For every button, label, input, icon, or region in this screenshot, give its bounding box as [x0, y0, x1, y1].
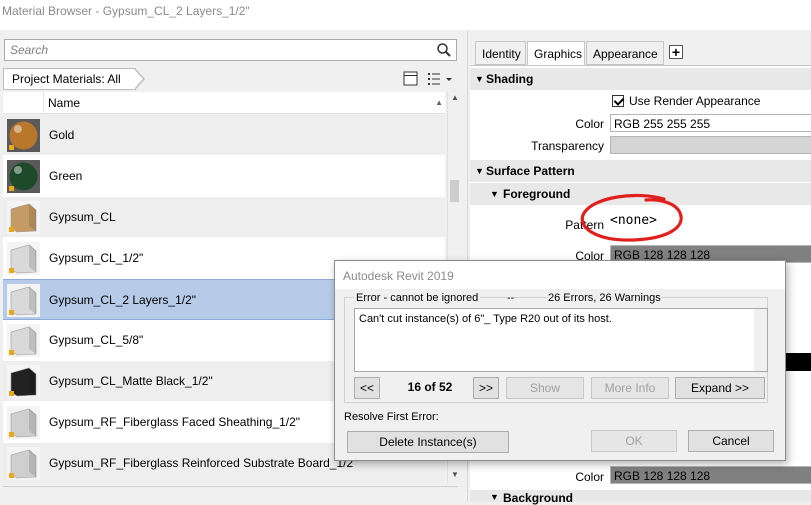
dialog-titlebar: Autodesk Revit 2019	[335, 261, 785, 289]
scroll-up-icon[interactable]: ▲	[451, 93, 459, 102]
cancel-label: Cancel	[712, 434, 750, 448]
error-message-text: Can't cut instance(s) of 6"_ Type R20 ou…	[359, 313, 612, 325]
collapse-triangle-icon: ▼	[475, 166, 484, 176]
column-separator	[43, 92, 44, 114]
material-name: Gypsum_CL	[49, 210, 116, 224]
search-input[interactable]: Search	[4, 39, 457, 61]
ok-label: OK	[625, 434, 643, 448]
search-icon[interactable]	[436, 42, 452, 58]
green-sphere-icon	[7, 160, 40, 193]
gold-sphere-icon	[7, 119, 40, 152]
search-placeholder: Search	[10, 43, 49, 57]
scroll-down-icon[interactable]: ▼	[451, 470, 459, 479]
background-section-header[interactable]: ▼ Background	[470, 490, 811, 505]
surface-pattern-section-header[interactable]: ▼ Surface Pattern	[470, 160, 811, 182]
white-box-icon	[7, 406, 40, 439]
next-label: >>	[478, 381, 493, 395]
tab-appearance-label: Appearance	[593, 47, 658, 61]
list-bottom-toolbar	[3, 486, 458, 501]
material-name: Gypsum_RF_Fiberglass Faced Sheathing_1/2…	[49, 415, 301, 429]
cancel-button[interactable]: Cancel	[688, 430, 774, 452]
error-message-box[interactable]: Can't cut instance(s) of 6"_ Type R20 ou…	[354, 308, 768, 372]
error-separator: --	[507, 292, 515, 304]
more-info-label: More Info	[604, 381, 656, 395]
name-column-label: Name	[48, 96, 81, 110]
previous-label: <<	[359, 381, 374, 395]
expand-label: Expand >>	[690, 381, 750, 395]
window-title: Material Browser - Gypsum_CL_2 Layers_1/…	[2, 4, 250, 18]
sort-ascending-icon: ▲	[435, 98, 443, 107]
lower-color-label: Color	[575, 470, 604, 484]
delete-instances-label: Delete Instance(s)	[379, 435, 477, 449]
project-materials-label: Project Materials: All	[12, 72, 121, 86]
use-render-appearance-label: Use Render Appearance	[629, 94, 761, 108]
add-asset-button[interactable]: +	[669, 45, 683, 59]
expand-button[interactable]: Expand >>	[675, 377, 765, 399]
view-dropdown-icon	[446, 78, 452, 81]
transparency-field[interactable]	[610, 136, 811, 154]
shading-color-label: Color	[575, 117, 604, 131]
breadcrumb-arrow-icon	[133, 68, 145, 90]
scrollbar-thumb[interactable]	[450, 180, 459, 202]
material-row[interactable]: Gold	[3, 115, 445, 156]
list-view-icon	[428, 73, 440, 85]
material-name: Gypsum_RF_Fiberglass Reinforced Substrat…	[49, 456, 358, 470]
plus-icon: +	[671, 44, 681, 60]
black-box-icon	[7, 365, 40, 398]
collapse-triangle-icon: ▼	[475, 74, 484, 84]
white-box-icon	[7, 324, 40, 357]
material-name: Gypsum_CL_Matte Black_1/2"	[49, 374, 213, 388]
tab-identity[interactable]: Identity	[475, 41, 526, 65]
tan-box-icon	[7, 201, 40, 234]
previous-error-button[interactable]: <<	[354, 377, 380, 399]
project-materials-button[interactable]: Project Materials: All	[3, 68, 145, 90]
tab-appearance[interactable]: Appearance	[586, 41, 664, 65]
collapse-triangle-icon: ▼	[490, 189, 499, 199]
white-box-icon	[7, 242, 40, 275]
material-name: Gold	[49, 128, 75, 142]
lower-color-value: RGB 128 128 128	[614, 469, 711, 483]
use-render-appearance-checkbox[interactable]	[612, 95, 624, 107]
material-row[interactable]: Green	[3, 156, 445, 197]
resolve-first-error-label: Resolve First Error:	[344, 411, 439, 423]
project-materials-bar: Project Materials: All	[3, 68, 458, 90]
shading-color-field[interactable]: RGB 255 255 255	[610, 114, 811, 132]
foreground-header-label: Foreground	[503, 187, 571, 201]
transparency-label: Transparency	[531, 139, 604, 153]
tab-graphics[interactable]: Graphics	[527, 41, 585, 66]
background-header-label: Background	[503, 491, 574, 505]
view-options[interactable]	[402, 70, 458, 88]
material-name: Gypsum_CL_2 Layers_1/2"	[49, 293, 197, 307]
shading-section-header[interactable]: ▼ Shading	[470, 68, 811, 90]
material-name: Green	[49, 169, 83, 183]
next-error-button[interactable]: >>	[473, 377, 499, 399]
message-scrollbar[interactable]	[754, 309, 767, 371]
white-box-icon	[7, 447, 40, 480]
tab-graphics-label: Graphics	[534, 47, 583, 61]
surface-pattern-header-label: Surface Pattern	[486, 164, 575, 178]
error-counts: 26 Errors, 26 Warnings	[548, 292, 661, 304]
delete-instances-button[interactable]: Delete Instance(s)	[347, 431, 509, 453]
red-annotation-circle	[580, 193, 683, 242]
lower-color-field[interactable]: RGB 128 128 128	[610, 466, 811, 484]
material-row[interactable]: Gypsum_CL	[3, 197, 445, 238]
material-name: Gypsum_CL_1/2"	[49, 251, 144, 265]
show-label: Show	[529, 381, 561, 395]
shading-header-label: Shading	[486, 72, 534, 86]
ok-button[interactable]: OK	[591, 430, 677, 452]
list-column-header[interactable]: Name ▲	[3, 92, 445, 114]
material-name: Gypsum_CL_5/8"	[49, 333, 144, 347]
error-type-label: Error - cannot be ignored	[354, 292, 481, 304]
shading-color-value: RGB 255 255 255	[614, 117, 711, 131]
panel-toggle-icon	[403, 71, 418, 86]
dialog-title: Autodesk Revit 2019	[343, 269, 454, 283]
revit-error-dialog: Autodesk Revit 2019 Error - cannot be ig…	[334, 260, 786, 461]
more-info-button[interactable]: More Info	[591, 377, 669, 399]
show-button[interactable]: Show	[506, 377, 584, 399]
window-titlebar: Material Browser - Gypsum_CL_2 Layers_1/…	[0, 0, 811, 30]
error-position: 16 of 52	[407, 380, 453, 394]
tab-identity-label: Identity	[482, 47, 521, 61]
white-box-icon	[7, 284, 40, 317]
